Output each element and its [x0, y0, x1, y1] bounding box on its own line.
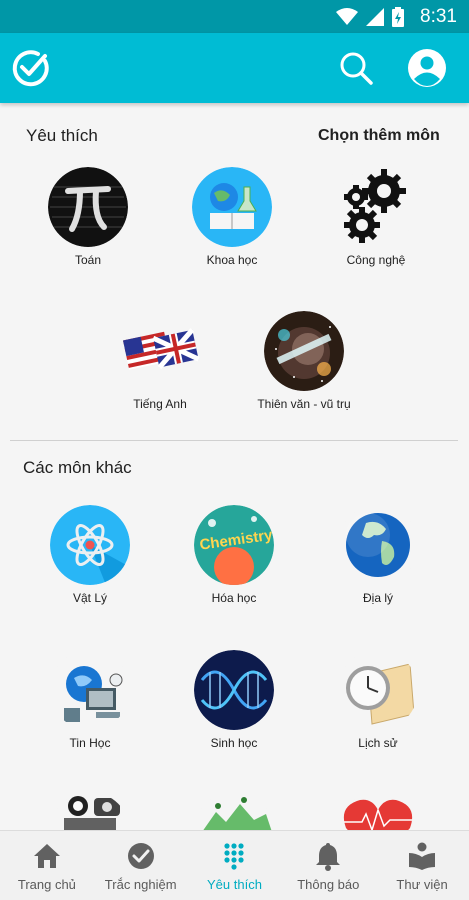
subject-toan[interactable]: Toán — [18, 167, 158, 267]
subject-thien-van[interactable]: Thiên văn - vũ trụ — [234, 311, 374, 411]
atom-icon — [50, 505, 130, 585]
subject-label: Hóa học — [211, 591, 257, 605]
account-circle-icon[interactable] — [407, 48, 447, 88]
nav-label: Thư viện — [396, 877, 448, 892]
dialpad-icon — [224, 843, 245, 870]
wifi-icon — [336, 7, 359, 25]
subject-label: Khoa học — [206, 253, 258, 267]
other-subjects-title: Các môn khác — [23, 458, 132, 477]
subject-lich-su[interactable]: Lịch sử — [308, 650, 448, 750]
subject-tieng-anh[interactable]: Tiếng Anh — [90, 311, 230, 411]
nav-label: Yêu thích — [207, 877, 262, 892]
subject-label: Lịch sử — [358, 736, 398, 750]
clock-scroll-icon — [338, 650, 418, 730]
uk-us-flag-icon — [120, 311, 200, 391]
add-more-subjects-link[interactable]: Chọn thêm môn — [318, 127, 440, 145]
bottom-navigation: Trang chủ Trắc nghiệm Yêu thích Thông bá… — [0, 830, 469, 900]
signal-icon — [366, 7, 385, 26]
gears-icon — [336, 167, 416, 247]
subject-vat-ly[interactable]: Vật Lý — [20, 505, 160, 605]
subject-khoa-hoc[interactable]: Khoa học — [162, 167, 302, 267]
battery-icon — [392, 6, 405, 27]
search-icon[interactable] — [338, 50, 374, 86]
nav-notifications[interactable]: Thông báo — [281, 831, 375, 900]
bell-icon — [316, 843, 341, 871]
status-bar: 8:31 — [0, 0, 469, 33]
subject-label: Địa lý — [362, 591, 393, 605]
subject-tin-hoc[interactable]: Tin Học — [20, 650, 160, 750]
nav-favorites[interactable]: Yêu thích — [188, 831, 282, 900]
dna-icon — [194, 650, 274, 730]
globe-icon — [338, 505, 418, 585]
universe-icon — [264, 311, 344, 391]
subject-label: Sinh học — [210, 736, 258, 750]
nav-home[interactable]: Trang chủ — [0, 831, 94, 900]
nav-quiz[interactable]: Trắc nghiệm — [94, 831, 188, 900]
subject-label: Vật Lý — [72, 591, 108, 605]
subject-cong-nghe[interactable]: Công nghệ — [306, 167, 446, 267]
subject-label: Toán — [74, 253, 102, 267]
favorites-title: Yêu thích — [26, 126, 98, 145]
nav-library[interactable]: Thư viện — [375, 831, 469, 900]
app-bar — [0, 33, 469, 103]
status-time: 8:31 — [420, 5, 457, 27]
home-icon — [33, 844, 60, 868]
nav-label: Trắc nghiệm — [104, 877, 177, 892]
nav-label: Trang chủ — [17, 877, 76, 892]
subject-label: Thiên văn - vũ trụ — [257, 397, 351, 411]
subject-hoa-hoc[interactable]: Chemistry Hóa học — [164, 505, 304, 605]
subject-dia-ly[interactable]: Địa lý — [308, 505, 448, 605]
nav-label: Thông báo — [297, 877, 360, 892]
computer-icon — [50, 650, 130, 730]
science-icon — [192, 167, 272, 247]
subject-sinh-hoc[interactable]: Sinh học — [164, 650, 304, 750]
chemistry-icon: Chemistry — [194, 505, 274, 585]
subject-label: Tiếng Anh — [133, 397, 187, 411]
section-divider — [10, 440, 458, 441]
check-circle-icon[interactable] — [12, 49, 50, 87]
subject-label: Công nghệ — [346, 253, 406, 267]
subject-label: Tin Học — [69, 736, 111, 750]
check-circle-icon — [127, 843, 154, 869]
book-reader-icon — [409, 842, 436, 870]
pi-icon — [48, 167, 128, 247]
